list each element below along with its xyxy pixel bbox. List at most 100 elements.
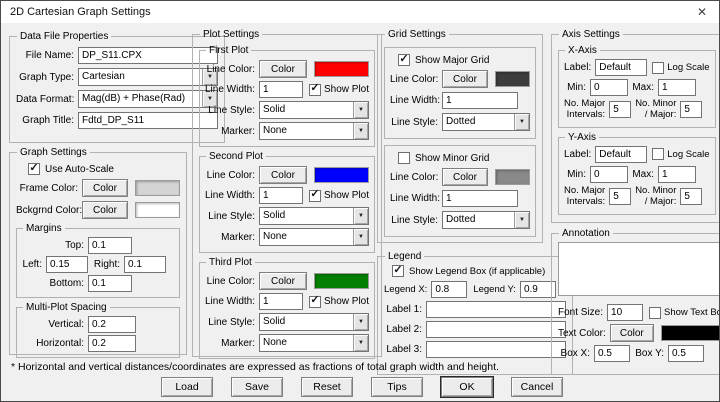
chevron-down-icon[interactable]: ▼	[353, 229, 368, 245]
line-color-button[interactable]: Color	[259, 272, 307, 290]
check-icon: ✓	[393, 265, 402, 276]
y-max-input[interactable]	[658, 166, 696, 183]
load-button[interactable]: Load	[161, 377, 213, 397]
spacing-horizontal-input[interactable]	[88, 335, 136, 352]
line-style-select[interactable]: Solid ▼	[259, 207, 369, 225]
save-button[interactable]: Save	[231, 377, 283, 397]
show-plot-checkbox[interactable]: ✓	[309, 190, 321, 202]
line-color-button[interactable]: Color	[259, 166, 307, 184]
show-minor-grid-checkbox[interactable]: ✓	[398, 152, 410, 164]
line-style-select[interactable]: Dotted ▼	[442, 211, 530, 229]
margin-bottom-input[interactable]	[88, 275, 132, 292]
min-label: Min:	[564, 169, 590, 180]
y-major-intervals-input[interactable]	[609, 188, 631, 205]
group-title: Legend	[385, 251, 424, 262]
show-plot-checkbox[interactable]: ✓	[309, 296, 321, 308]
show-major-grid-checkbox[interactable]: ✓	[398, 54, 410, 66]
marker-select[interactable]: None ▼	[259, 228, 369, 246]
line-style-value: Solid	[260, 208, 353, 224]
marker-value: None	[260, 229, 353, 245]
x-max-input[interactable]	[658, 79, 696, 96]
group-title: Plot Settings	[200, 29, 262, 40]
line-width-input[interactable]	[259, 81, 303, 98]
spacing-vertical-input[interactable]	[88, 316, 136, 333]
major-grid-color-swatch	[495, 71, 530, 87]
x-major-intervals-input[interactable]	[609, 101, 631, 118]
tips-button[interactable]: Tips	[371, 377, 423, 397]
group-multi-plot-spacing: Multi-Plot Spacing Vertical: Horizontal:	[16, 302, 180, 358]
chevron-down-icon[interactable]: ▼	[514, 212, 529, 228]
y-axis-label-input[interactable]	[595, 146, 647, 163]
group-title: Axis Settings	[559, 29, 623, 40]
y-min-input[interactable]	[590, 166, 628, 183]
group-first-plot: First Plot Line Color: Color Line Width:…	[199, 45, 375, 147]
legend-y-label: Legend Y:	[473, 284, 520, 295]
bckgrnd-color-swatch	[135, 202, 180, 218]
line-color-button[interactable]: Color	[259, 60, 307, 78]
marker-select[interactable]: None ▼	[259, 334, 369, 352]
line-color-button[interactable]: Color	[442, 70, 488, 88]
line-style-select[interactable]: Dotted ▼	[442, 113, 530, 131]
x-minor-per-major-input[interactable]	[680, 101, 702, 118]
line-style-select[interactable]: Solid ▼	[259, 101, 369, 119]
marker-select[interactable]: None ▼	[259, 122, 369, 140]
line-style-select[interactable]: Solid ▼	[259, 313, 369, 331]
x-log-scale-checkbox[interactable]: ✓	[652, 62, 664, 74]
line-style-label: Line Style:	[390, 117, 442, 128]
text-color-button[interactable]: Color	[610, 324, 654, 342]
legend-x-label: Legend X:	[384, 284, 431, 295]
show-plot-label: Show Plot	[321, 190, 369, 201]
annotation-text-input[interactable]	[558, 242, 720, 296]
text-color-swatch	[661, 325, 720, 341]
legend-label1-label: Label 1:	[384, 304, 426, 315]
font-size-input[interactable]	[607, 304, 643, 321]
line-width-input[interactable]	[442, 190, 518, 207]
marker-value: None	[260, 335, 353, 351]
y-log-scale-checkbox[interactable]: ✓	[652, 148, 664, 160]
axis-label-label: Label:	[564, 149, 595, 160]
frame-color-button[interactable]: Color	[82, 179, 128, 197]
group-x-axis: X-Axis Label: ✓ Log Scale Min: Max: No. …	[558, 45, 716, 128]
margin-top-input[interactable]	[88, 237, 132, 254]
check-icon: ✓	[29, 163, 38, 174]
legend-label1-input[interactable]	[426, 301, 566, 318]
margin-top-label: Top:	[22, 240, 88, 251]
line-color-button[interactable]: Color	[442, 168, 488, 186]
cancel-button[interactable]: Cancel	[511, 377, 563, 397]
use-auto-scale-checkbox[interactable]: ✓	[28, 163, 40, 175]
margin-right-input[interactable]	[124, 256, 166, 273]
x-axis-label-input[interactable]	[595, 59, 647, 76]
box-y-input[interactable]	[668, 345, 704, 362]
chevron-down-icon[interactable]: ▼	[353, 123, 368, 139]
chevron-down-icon[interactable]: ▼	[353, 208, 368, 224]
major-intervals-label: No. MajorIntervals:	[564, 186, 609, 208]
chevron-down-icon[interactable]: ▼	[514, 114, 529, 130]
bckgrnd-color-button[interactable]: Color	[82, 201, 128, 219]
line-style-value: Solid	[260, 314, 353, 330]
margin-left-input[interactable]	[46, 256, 88, 273]
ok-button[interactable]: OK	[441, 377, 493, 397]
y-minor-per-major-input[interactable]	[680, 188, 702, 205]
box-x-input[interactable]	[594, 345, 630, 362]
line-width-input[interactable]	[259, 293, 303, 310]
legend-label2-input[interactable]	[426, 321, 566, 338]
chevron-down-icon[interactable]: ▼	[353, 102, 368, 118]
chevron-down-icon[interactable]: ▼	[353, 335, 368, 351]
close-icon[interactable]: ✕	[685, 1, 719, 22]
margin-bottom-label: Bottom:	[22, 278, 88, 289]
line-width-input[interactable]	[259, 187, 303, 204]
data-format-value: Mag(dB) + Phase(Rad)	[79, 91, 202, 107]
line-width-label: Line Width:	[205, 84, 259, 95]
line-width-input[interactable]	[442, 92, 518, 109]
check-icon: ✓	[310, 189, 319, 200]
title-bar: 2D Cartesian Graph Settings ✕	[1, 1, 719, 23]
line-width-label: Line Width:	[390, 193, 442, 204]
show-text-box-checkbox[interactable]: ✓	[649, 307, 661, 319]
x-min-input[interactable]	[590, 79, 628, 96]
show-plot-checkbox[interactable]: ✓	[309, 84, 321, 96]
legend-label3-input[interactable]	[426, 341, 566, 358]
show-legend-box-checkbox[interactable]: ✓	[392, 265, 404, 277]
chevron-down-icon[interactable]: ▼	[353, 314, 368, 330]
reset-button[interactable]: Reset	[301, 377, 353, 397]
legend-x-input[interactable]	[431, 281, 467, 298]
